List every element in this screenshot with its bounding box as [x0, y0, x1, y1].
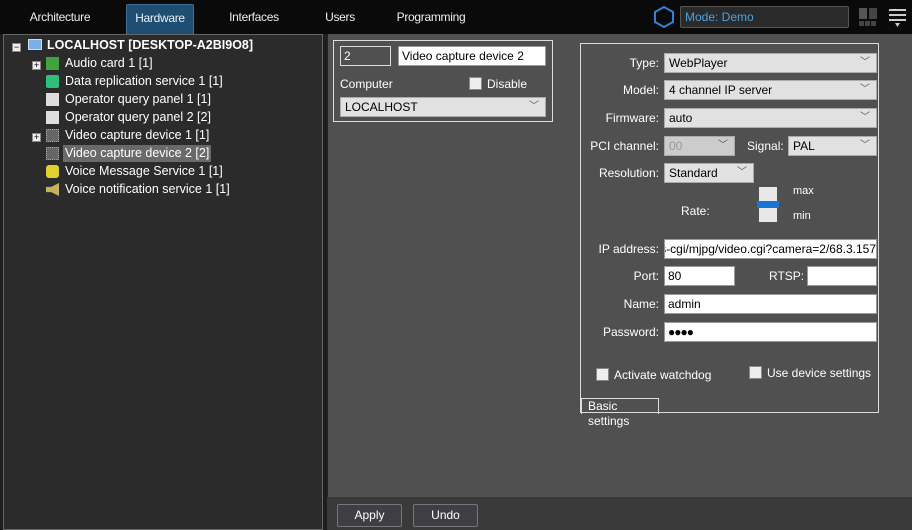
type-select[interactable]: WebPlayer ﹀ — [664, 53, 877, 73]
rate-min-label: min — [793, 210, 811, 222]
rate-slider[interactable] — [757, 187, 779, 222]
voice-message-icon — [46, 165, 59, 178]
rate-slider-thumb[interactable] — [757, 201, 779, 208]
password-label: Password: — [602, 325, 659, 339]
basic-settings-box: Type: WebPlayer ﹀ Model: 4 channel IP ser… — [580, 43, 879, 428]
resolution-value: Standard — [669, 166, 718, 180]
model-value: 4 channel IP server — [669, 83, 773, 97]
layout-grid-icon[interactable] — [858, 7, 878, 27]
query-panel-icon — [46, 111, 59, 124]
type-value: WebPlayer — [669, 56, 728, 70]
tab-programming[interactable]: Programming — [390, 4, 472, 34]
signal-value: PAL — [793, 139, 815, 153]
port-input[interactable]: 80 — [664, 266, 735, 286]
expand-icon[interactable]: + — [32, 133, 41, 142]
rtsp-input[interactable] — [807, 266, 877, 286]
tree-item[interactable]: Data replication service 1 [1] — [65, 73, 223, 90]
action-bar: Apply Undo — [327, 497, 912, 530]
pci-select: 00 ﹀ — [664, 136, 735, 156]
tree-item[interactable]: Audio card 1 [1] — [65, 55, 153, 72]
model-label: Model: — [622, 83, 659, 97]
chevron-down-icon: ﹀ — [860, 140, 870, 151]
tab-basic-settings[interactable]: Basic settings — [581, 398, 659, 428]
speaker-icon — [46, 183, 59, 196]
tree-item[interactable]: Operator query panel 1 [1] — [65, 91, 211, 108]
chevron-down-icon: ﹀ — [860, 57, 870, 68]
name-label: Name: — [623, 297, 659, 311]
capture-device-icon — [46, 147, 59, 160]
chevron-down-icon: ﹀ — [718, 140, 728, 151]
pci-label: PCI channel: — [590, 139, 659, 153]
pci-value: 00 — [669, 139, 683, 153]
chevron-down-icon: ﹀ — [860, 112, 870, 123]
computer-icon — [28, 39, 42, 50]
firmware-select[interactable]: auto ﹀ — [664, 108, 877, 128]
type-label: Type: — [629, 56, 659, 70]
tree-item-selected[interactable]: Video capture device 2 [2] — [63, 145, 212, 162]
watchdog-label: Activate watchdog — [614, 368, 712, 382]
rate-max-label: max — [793, 185, 814, 197]
tree-item[interactable]: Voice Message Service 1 [1] — [65, 163, 223, 180]
computer-value: LOCALHOST — [345, 100, 418, 114]
computer-label: Computer — [340, 77, 393, 91]
audio-card-icon — [46, 57, 59, 70]
resolution-select[interactable]: Standard ﹀ — [664, 163, 754, 183]
device-box: 2 Video capture device 2 Computer Disabl… — [333, 40, 553, 122]
chevron-down-icon: ﹀ — [860, 84, 870, 95]
signal-label: Signal: — [747, 139, 784, 153]
undo-button[interactable]: Undo — [413, 504, 478, 527]
signal-select[interactable]: PAL ﹀ — [788, 136, 877, 156]
mode-display[interactable]: Mode: Demo — [680, 6, 849, 28]
firmware-value: auto — [669, 111, 693, 125]
username-input[interactable]: admin — [664, 294, 877, 314]
use-device-settings-checkbox[interactable] — [749, 366, 762, 379]
chevron-down-icon: ﹀ — [737, 167, 747, 178]
chevron-down-icon: ﹀ — [529, 101, 539, 112]
capture-device-icon — [46, 129, 59, 142]
hexagon-icon[interactable] — [652, 5, 676, 29]
expand-icon[interactable]: + — [32, 61, 41, 70]
tree-item[interactable]: Video capture device 1 [1] — [65, 127, 209, 144]
device-id-input[interactable]: 2 — [340, 46, 391, 66]
ip-input[interactable]: 68.3.157/axis-cgi/mjpg/video.cgi?camera=… — [664, 239, 877, 259]
rtsp-label: RTSP: — [769, 269, 805, 283]
top-nav: Architecture Hardware Interfaces Users P… — [0, 0, 912, 34]
settings-panel: 2 Video capture device 2 Computer Disabl… — [327, 34, 912, 497]
device-name-input[interactable]: Video capture device 2 — [398, 46, 546, 66]
watchdog-checkbox[interactable] — [596, 368, 609, 381]
resolution-label: Resolution: — [598, 166, 659, 180]
tab-interfaces[interactable]: Interfaces — [220, 4, 288, 34]
replication-icon — [46, 75, 59, 88]
model-select[interactable]: 4 channel IP server ﹀ — [664, 80, 877, 100]
tree-item[interactable]: Operator query panel 2 [2] — [65, 109, 211, 126]
tab-users[interactable]: Users — [315, 4, 365, 34]
port-label: Port: — [633, 269, 659, 283]
tree-root[interactable]: LOCALHOST [DESKTOP-A2BI9O8] — [47, 37, 253, 54]
query-panel-icon — [46, 93, 59, 106]
rate-label: Rate: — [681, 204, 710, 218]
use-device-settings-label: Use device settings — [767, 366, 872, 380]
ip-label: IP address: — [598, 242, 659, 256]
tab-architecture[interactable]: Architecture — [18, 4, 102, 34]
firmware-label: Firmware: — [605, 111, 659, 125]
hardware-tree: − LOCALHOST [DESKTOP-A2BI9O8] + Audio ca… — [3, 34, 323, 530]
disable-checkbox[interactable] — [469, 77, 482, 90]
tab-hardware[interactable]: Hardware — [126, 4, 194, 34]
password-input[interactable]: ●●●● — [664, 322, 877, 342]
disable-label: Disable — [487, 77, 528, 91]
computer-select[interactable]: LOCALHOST ﹀ — [340, 97, 546, 117]
tree-item[interactable]: Voice notification service 1 [1] — [65, 181, 230, 198]
collapse-icon[interactable]: − — [12, 43, 21, 52]
apply-button[interactable]: Apply — [337, 504, 402, 527]
menu-icon[interactable] — [888, 8, 908, 28]
